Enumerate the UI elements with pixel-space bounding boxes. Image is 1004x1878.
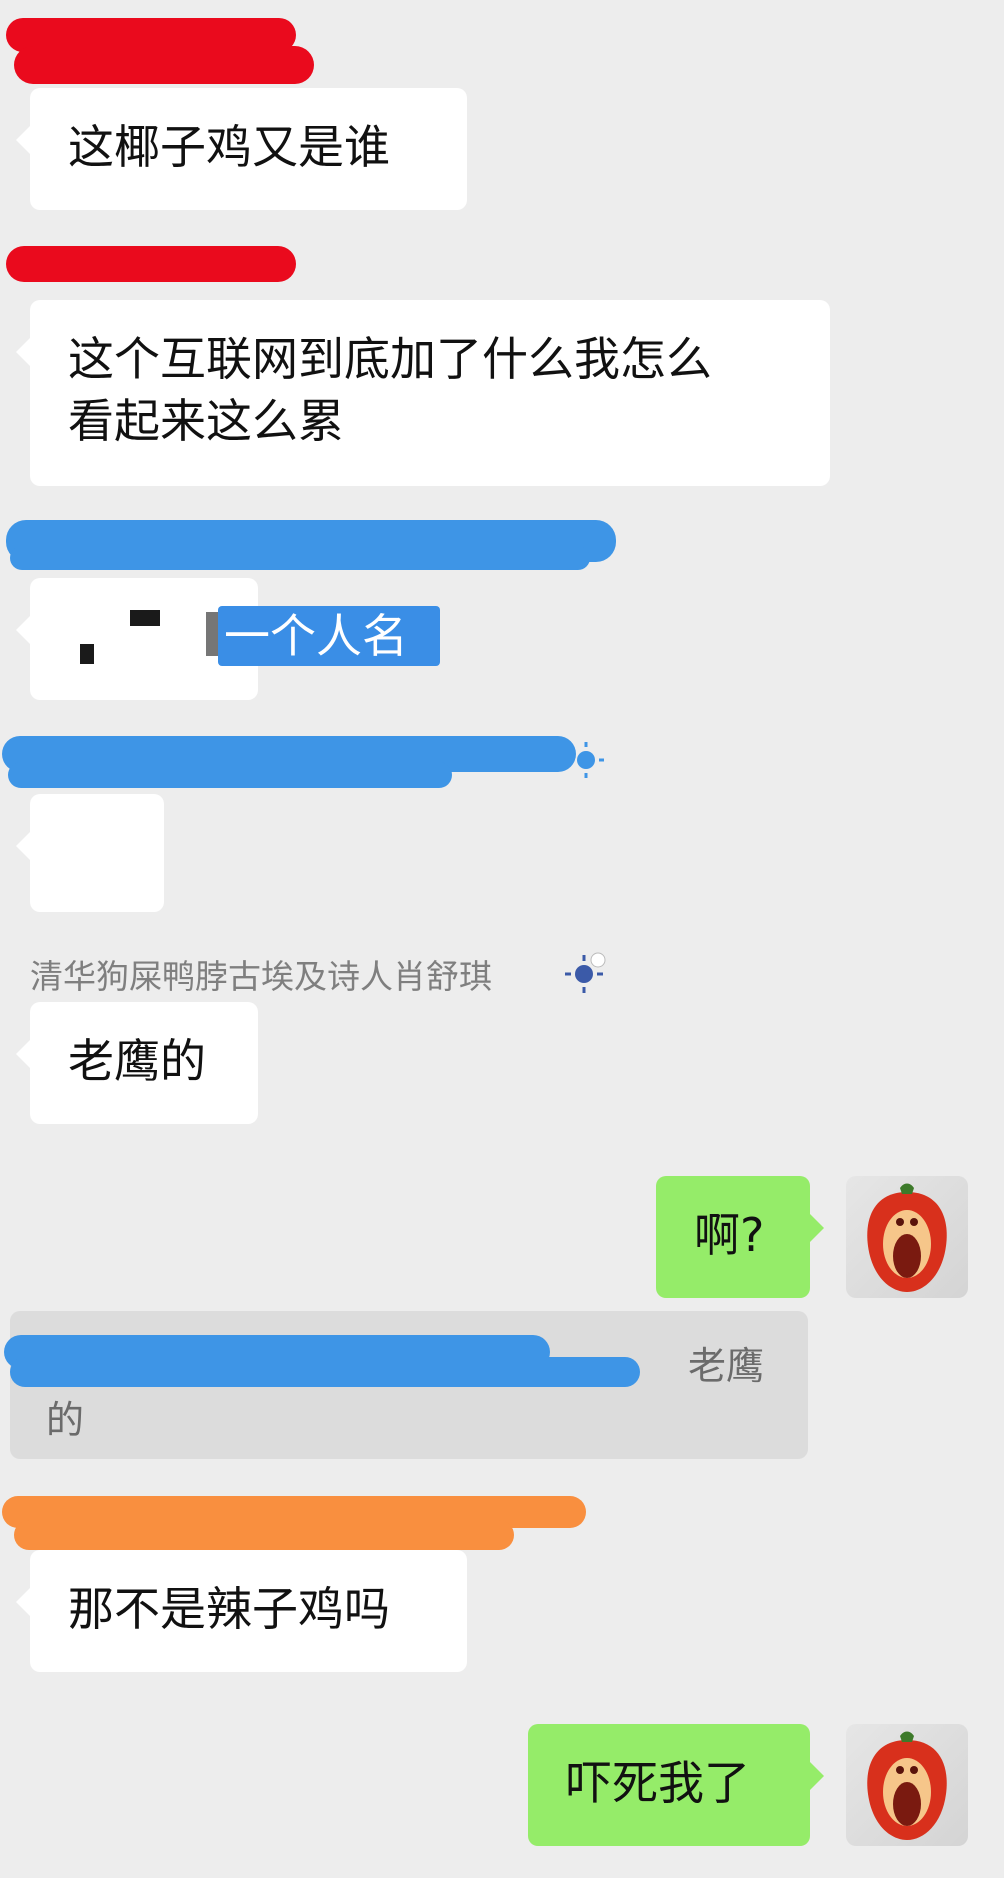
message-bubble-4[interactable]	[16, 794, 164, 912]
quoted-text: 老鹰	[688, 1344, 765, 1388]
sun-status-icon	[562, 952, 606, 996]
quoted-text-line-2: 的	[46, 1398, 85, 1442]
sun-status-icon	[566, 740, 606, 780]
message-bubble-5[interactable]: 老鹰的	[16, 1002, 258, 1124]
message-text: 这椰子鸡又是谁	[68, 120, 390, 174]
message-text: 那不是辣子鸡吗	[68, 1582, 390, 1636]
message-bubble-1[interactable]: 这椰子鸡又是谁	[16, 88, 467, 210]
pixelated-text	[80, 644, 94, 664]
message-text: 老鹰的	[68, 1034, 206, 1088]
pepper-avatar[interactable]	[846, 1176, 968, 1298]
sender-name: 清华狗屎鸭脖古埃及诗人肖舒琪	[30, 957, 492, 996]
message-text: 吓死我了	[566, 1756, 750, 1810]
redaction-mark	[8, 762, 452, 788]
redaction-mark	[14, 1520, 514, 1550]
message-bubble-2[interactable]: 这个互联网到底加了什么我怎么 看起来这么累	[16, 300, 830, 486]
message-text-line-1: 这个互联网到底加了什么我怎么	[68, 332, 712, 386]
message-bubble-8[interactable]: 吓死我了	[528, 1724, 824, 1846]
quoted-reply[interactable]: 老鹰 的	[4, 1311, 808, 1459]
message-bubble-7[interactable]: 那不是辣子鸡吗	[16, 1550, 467, 1672]
selected-text: 一个人名	[218, 606, 440, 666]
redaction-mark	[10, 1357, 640, 1387]
redaction-mark	[6, 246, 296, 282]
redaction-mark	[14, 46, 314, 84]
redaction-mark	[10, 546, 590, 570]
pepper-avatar[interactable]	[846, 1724, 968, 1846]
message-text: 啊?	[694, 1208, 765, 1262]
message-bubble-6[interactable]: 啊?	[656, 1176, 824, 1298]
message-text-line-2: 看起来这么累	[68, 394, 344, 448]
pixelated-text	[130, 610, 160, 626]
